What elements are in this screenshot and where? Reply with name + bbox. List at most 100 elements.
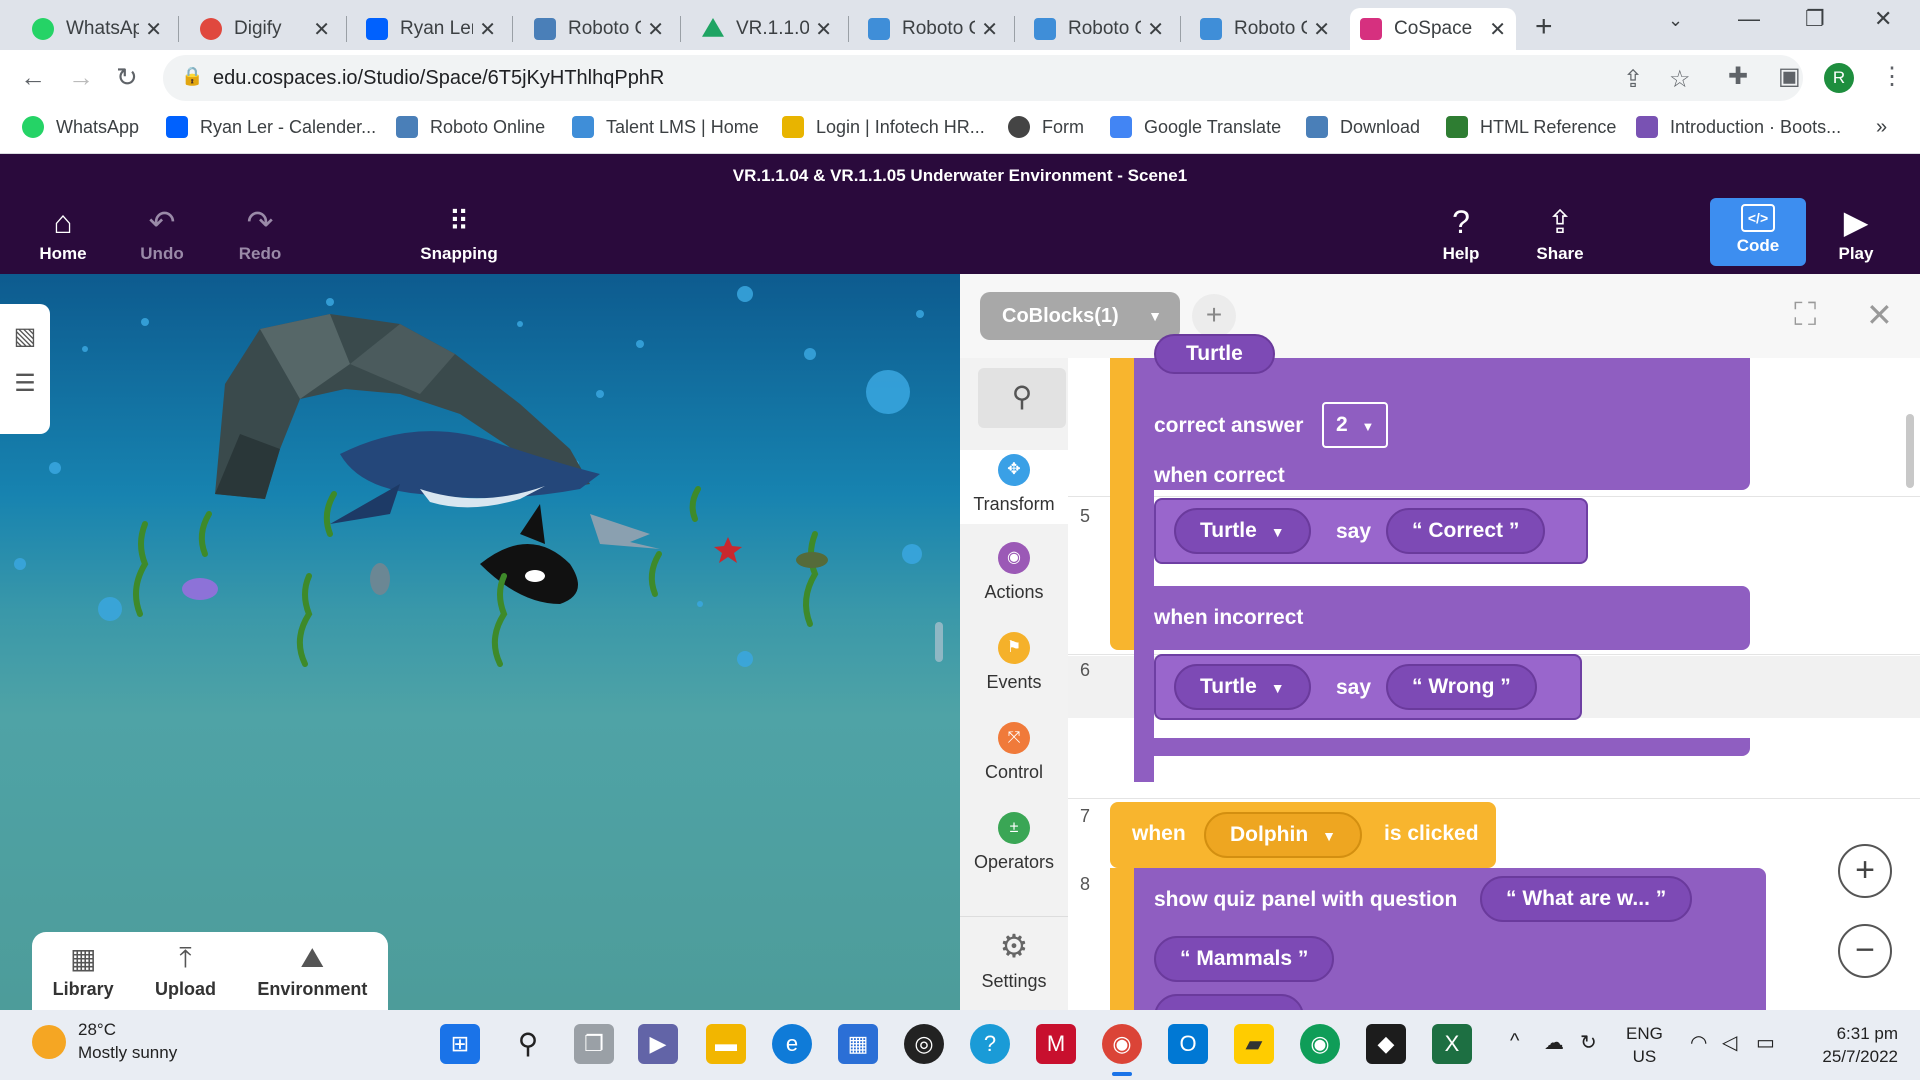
tab-roboto-3[interactable]: Roboto C ✕ [1024,8,1174,50]
store-icon[interactable]: ▦ [838,1024,878,1064]
snapping-button[interactable]: ⠿ Snapping [409,202,509,264]
code-button[interactable]: </> Code [1710,198,1806,266]
address-bar[interactable]: 🔒 edu.cospaces.io/Studio/Space/6T5jKyHTh… [163,55,1803,101]
tab-ryan-ler[interactable]: Ryan Ler ✕ [356,8,506,50]
close-tab-icon[interactable]: ✕ [145,17,162,42]
answer-text-input[interactable] [1154,994,1304,1010]
help-app-icon[interactable]: ? [970,1024,1010,1064]
app-icon[interactable]: ◎ [904,1024,944,1064]
tab-roboto-1[interactable]: Roboto C ✕ [524,8,674,50]
forward-icon[interactable]: → [68,62,94,93]
excel-icon[interactable]: X [1432,1024,1472,1064]
palette-actions[interactable]: ◉ Actions [960,542,1068,603]
minimize-button[interactable]: — [1738,6,1760,32]
close-tab-icon[interactable]: ✕ [1147,17,1164,42]
share-page-icon[interactable]: ⇪ [1623,65,1643,94]
back-icon[interactable]: ← [20,62,46,93]
edge-icon[interactable]: e [772,1024,812,1064]
palette-control[interactable]: ⤧ Control [960,722,1068,783]
scene-viewport[interactable]: ▧ ☰ ▦ Library ⤒ Upload ⛰ Environment [0,274,960,1010]
close-tab-icon[interactable]: ✕ [1489,17,1506,42]
close-panel-icon[interactable]: ✕ [1866,296,1893,334]
close-tab-icon[interactable]: ✕ [815,17,832,42]
reload-icon[interactable]: ↻ [116,62,138,93]
share-button[interactable]: ⇪ Share [1510,202,1610,264]
bookmark-talent-lms[interactable]: Talent LMS | Home [572,116,759,138]
mcafee-icon[interactable]: M [1036,1024,1076,1064]
wifi-icon[interactable]: ◠ [1690,1030,1707,1055]
new-tab-button[interactable]: + [1535,10,1553,44]
help-button[interactable]: ? Help [1411,202,1511,264]
gallery-icon[interactable]: ▧ [0,322,50,351]
zoom-in-button[interactable]: + [1838,844,1892,898]
extensions-icon[interactable]: ✚ [1728,62,1748,91]
upload-button[interactable]: ⤒ Upload [155,942,216,1000]
correct-text-input[interactable]: “ Correct ” [1386,508,1546,554]
close-tab-icon[interactable]: ✕ [647,17,664,42]
play-button[interactable]: ▶ Play [1806,202,1906,264]
close-tab-icon[interactable]: ✕ [313,17,330,42]
bookmark-infotech[interactable]: Login | Infotech HR... [782,116,985,138]
tab-digify[interactable]: Digify ✕ [190,8,340,50]
bookmark-whatsapp[interactable]: WhatsApp [22,116,139,138]
side-panel-icon[interactable]: ▣ [1778,62,1801,91]
restore-button[interactable]: ❐ [1805,6,1825,32]
panel-resize-handle[interactable] [935,622,943,662]
cloud-icon[interactable]: ☁ [1544,1030,1564,1055]
close-tab-icon[interactable]: ✕ [1313,17,1330,42]
bookmark-form[interactable]: Form [1008,116,1084,138]
url-text[interactable]: edu.cospaces.io/Studio/Space/6T5jKyHThlh… [213,67,664,90]
language-indicator[interactable]: ENG US [1626,1022,1663,1068]
outlook-icon[interactable]: O [1168,1024,1208,1064]
search-blocks-button[interactable]: ⚲ [978,368,1066,428]
correct-answer-dropdown[interactable]: 2 ▼ [1322,402,1389,448]
tab-roboto-2[interactable]: Roboto C ✕ [858,8,1008,50]
tab-cospaces[interactable]: CoSpace ✕ [1350,8,1516,50]
coblocks-dropdown[interactable]: CoBlocks(1) ▼ [980,292,1180,340]
bookmark-ryan-ler[interactable]: Ryan Ler - Calender... [166,116,376,138]
tab-search-icon[interactable]: ⌄ [1668,10,1683,31]
bookmark-html-reference[interactable]: HTML Reference [1446,116,1616,138]
vertical-scrollbar[interactable] [1906,414,1914,488]
bookmark-bootstrap[interactable]: Introduction · Boots... [1636,116,1841,138]
tab-vr-drive[interactable]: VR.1.1.04 ✕ [692,8,842,50]
sticky-notes-icon[interactable]: ▰ [1234,1024,1274,1064]
turtle-object-pill[interactable]: Turtle [1154,334,1275,374]
bookmark-star-icon[interactable]: ☆ [1669,65,1691,94]
teams-icon[interactable]: ▶ [638,1024,678,1064]
undo-button[interactable]: ↶ Undo [112,202,212,264]
chevron-up-icon[interactable]: ^ [1510,1030,1519,1053]
list-icon[interactable]: ☰ [0,369,50,398]
speaker-icon[interactable]: ◁ [1722,1030,1737,1055]
weather-widget[interactable]: 28°C Mostly sunny [32,1020,177,1063]
add-script-button[interactable]: + [1192,294,1236,338]
close-tab-icon[interactable]: ✕ [479,17,496,42]
home-button[interactable]: ⌂ Home [13,202,113,264]
answer-text-input[interactable]: “ Mammals ” [1154,936,1335,982]
fullscreen-icon[interactable]: ⛶ [1794,296,1816,334]
library-button[interactable]: ▦ Library [53,942,114,1000]
task-view-icon[interactable]: ❐ [574,1024,614,1064]
dolphin-dropdown[interactable]: Dolphin ▼ [1204,812,1363,858]
palette-transform[interactable]: ✥ Transform [960,450,1068,524]
bookmark-download[interactable]: Download [1306,116,1420,138]
chrome-profile-icon[interactable]: ◉ [1300,1024,1340,1064]
start-icon[interactable]: ⊞ [440,1024,480,1064]
zoom-out-button[interactable]: − [1838,924,1892,978]
code-app-icon[interactable]: ◆ [1366,1024,1406,1064]
browser-menu-icon[interactable]: ⋮ [1880,62,1904,91]
question-text-input[interactable]: “ What are w... ” [1480,876,1693,922]
turtle-dropdown[interactable]: Turtle ▼ [1174,664,1311,710]
search-icon[interactable]: ⚲ [508,1024,548,1064]
environment-button[interactable]: ⛰ Environment [257,942,367,1000]
settings-button[interactable]: ⚙ Settings [960,916,1068,1010]
redo-button[interactable]: ↷ Redo [210,202,310,264]
tab-roboto-4[interactable]: Roboto C ✕ [1190,8,1340,50]
bookmark-google-translate[interactable]: Google Translate [1110,116,1281,138]
profile-avatar[interactable]: R [1824,63,1854,93]
chrome-icon[interactable]: ◉ [1102,1024,1142,1064]
turtle-dropdown[interactable]: Turtle ▼ [1174,508,1311,554]
tab-whatsapp[interactable]: WhatsApp ✕ [22,8,172,50]
palette-events[interactable]: ⚑ Events [960,632,1068,693]
palette-operators[interactable]: ± Operators [960,812,1068,873]
